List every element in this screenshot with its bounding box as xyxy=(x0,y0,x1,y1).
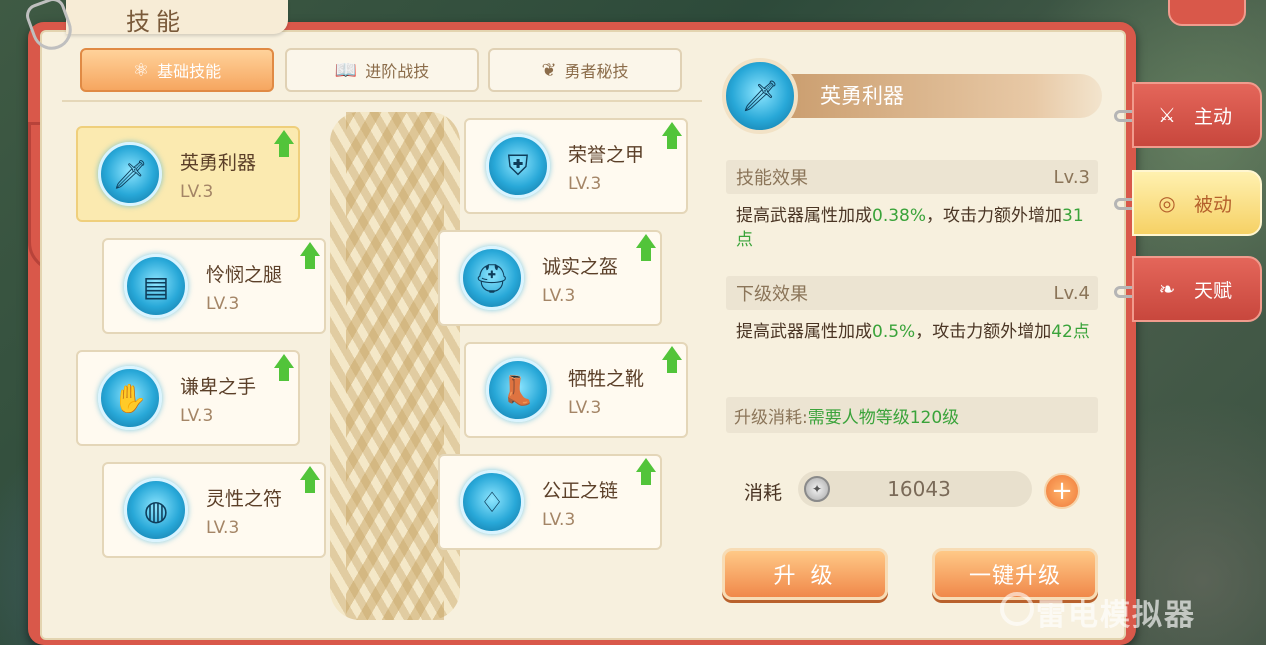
vine-decoration-overlay xyxy=(346,112,444,620)
upgrade-arrow-icon xyxy=(300,466,320,494)
effect-prefix: 提高武器属性加成 xyxy=(736,206,872,226)
skill-level: LV.3 xyxy=(568,174,602,194)
upgrade-arrow-icon xyxy=(662,346,682,374)
effect-value-1: 0.38% xyxy=(872,206,927,226)
side-tab-passive-skills[interactable]: ◎ 被动 xyxy=(1132,170,1262,236)
skill-level: LV.3 xyxy=(206,518,240,538)
tab-label: 进阶战技 xyxy=(365,62,430,81)
next-effect-level: Lv.4 xyxy=(1053,282,1090,304)
helmet-icon: ⛑ xyxy=(460,246,524,310)
sword-icon: 🗡 xyxy=(722,58,798,134)
current-effect-label: 技能效果 xyxy=(736,168,808,189)
watermark-text: 雷电模拟器 xyxy=(1036,598,1196,633)
next-effect-text: 提高武器属性加成0.5%，攻击力额外增加42点 xyxy=(736,320,1100,344)
consume-field: ✦ 16043 xyxy=(798,471,1032,507)
skill-level: LV.3 xyxy=(542,286,576,306)
boots-icon: 👢 xyxy=(486,358,550,422)
upgrade-arrow-icon xyxy=(300,242,320,270)
skill-card-heroic-weapon[interactable]: 🗡 英勇利器 LV.3 xyxy=(76,126,300,222)
consume-value: 16043 xyxy=(887,477,951,501)
watermark-logo-icon xyxy=(1000,592,1034,626)
top-right-button[interactable] xyxy=(1168,0,1246,26)
side-tab-label: 主动 xyxy=(1194,105,1233,128)
claw-icon: ⚔ xyxy=(1158,103,1176,127)
tab-basic-skills[interactable]: ⚛ 基础技能 xyxy=(80,48,274,92)
skill-level: LV.3 xyxy=(180,182,214,202)
glove-icon: ✋ xyxy=(98,366,162,430)
effect-middle: ，攻击力额外增加 xyxy=(915,322,1052,342)
page-title: 技能 xyxy=(126,8,186,36)
skill-name: 怜悯之腿 xyxy=(206,264,283,286)
effect-value-1: 0.5% xyxy=(872,322,916,342)
skill-card-honor-armor[interactable]: ⛨ 荣誉之甲 LV.3 xyxy=(464,118,688,214)
upgrade-arrow-icon xyxy=(636,234,656,262)
divider xyxy=(62,100,702,102)
skill-level: LV.3 xyxy=(542,510,576,530)
necklace-icon: ♢ xyxy=(460,470,524,534)
skill-card-spirit-charm[interactable]: ◍ 灵性之符 LV.3 xyxy=(102,462,326,558)
armor-icon: ⛨ xyxy=(486,134,550,198)
add-currency-button[interactable]: + xyxy=(1044,473,1080,509)
upgrade-arrow-icon xyxy=(274,130,294,158)
consume-label: 消耗 xyxy=(744,482,783,504)
silver-coin-icon: ✦ xyxy=(804,476,830,502)
flame-wing-icon: ❧ xyxy=(1158,277,1176,301)
skill-card-mercy-legs[interactable]: ▤ 怜悯之腿 LV.3 xyxy=(102,238,326,334)
ring-icon: ◍ xyxy=(124,478,188,542)
current-effect-text: 提高武器属性加成0.38%，攻击力额外增加31点 xyxy=(736,204,1100,252)
side-tab-label: 被动 xyxy=(1194,193,1233,216)
effect-value-2: 42点 xyxy=(1051,322,1090,342)
side-tab-talents[interactable]: ❧ 天赋 xyxy=(1132,256,1262,322)
upgrade-button[interactable]: 升 级 xyxy=(722,548,888,600)
skill-card-honesty-helmet[interactable]: ⛑ 诚实之盔 LV.3 xyxy=(438,230,662,326)
belt-icon: ▤ xyxy=(124,254,188,318)
upgrade-cost-label: 升级消耗: xyxy=(734,407,808,428)
detail-skill-name: 英勇利器 xyxy=(820,84,904,108)
skill-name: 诚实之盔 xyxy=(542,256,619,278)
upgrade-requirement: 需要人物等级120级 xyxy=(807,407,960,428)
skill-card-justice-chain[interactable]: ♢ 公正之链 LV.3 xyxy=(438,454,662,550)
current-effect-level: Lv.3 xyxy=(1053,166,1090,188)
tab-advanced-skills[interactable]: 📖 进阶战技 xyxy=(285,48,479,92)
skill-name: 荣誉之甲 xyxy=(568,144,645,166)
skill-card-humility-hands[interactable]: ✋ 谦卑之手 LV.3 xyxy=(76,350,300,446)
sword-icon: 🗡 xyxy=(98,142,162,206)
upgrade-arrow-icon xyxy=(662,122,682,150)
skill-level: LV.3 xyxy=(568,398,602,418)
side-tab-label: 天赋 xyxy=(1194,279,1233,302)
skill-name: 牺牲之靴 xyxy=(568,368,645,390)
skill-name: 公正之链 xyxy=(542,480,619,502)
tab-hero-secret-skills[interactable]: ❦ 勇者秘技 xyxy=(488,48,682,92)
effect-prefix: 提高武器属性加成 xyxy=(736,322,872,342)
atom-icon: ⚛ xyxy=(132,59,150,81)
upgrade-arrow-icon xyxy=(274,354,294,382)
skill-name: 英勇利器 xyxy=(180,152,257,174)
detail-header xyxy=(762,74,1102,118)
side-tab-active-skills[interactable]: ⚔ 主动 xyxy=(1132,82,1262,148)
effect-middle: ，攻击力额外增加 xyxy=(926,206,1063,226)
wing-icon: ❦ xyxy=(541,59,557,81)
tab-label: 勇者秘技 xyxy=(564,62,629,81)
book-icon: 📖 xyxy=(334,59,358,81)
skill-name: 谦卑之手 xyxy=(180,376,257,398)
upgrade-arrow-icon xyxy=(636,458,656,486)
upgrade-cost-bar: 升级消耗: 需要人物等级120级 xyxy=(726,397,1098,433)
skill-level: LV.3 xyxy=(180,406,214,426)
current-effect-header: 技能效果 Lv.3 xyxy=(726,160,1098,194)
next-effect-label: 下级效果 xyxy=(736,284,808,305)
next-effect-header: 下级效果 Lv.4 xyxy=(726,276,1098,310)
skill-level: LV.3 xyxy=(206,294,240,314)
skill-name: 灵性之符 xyxy=(206,488,283,510)
skill-card-sacrifice-boots[interactable]: 👢 牺牲之靴 LV.3 xyxy=(464,342,688,438)
swirl-icon: ◎ xyxy=(1158,191,1176,215)
tab-label: 基础技能 xyxy=(157,62,222,81)
